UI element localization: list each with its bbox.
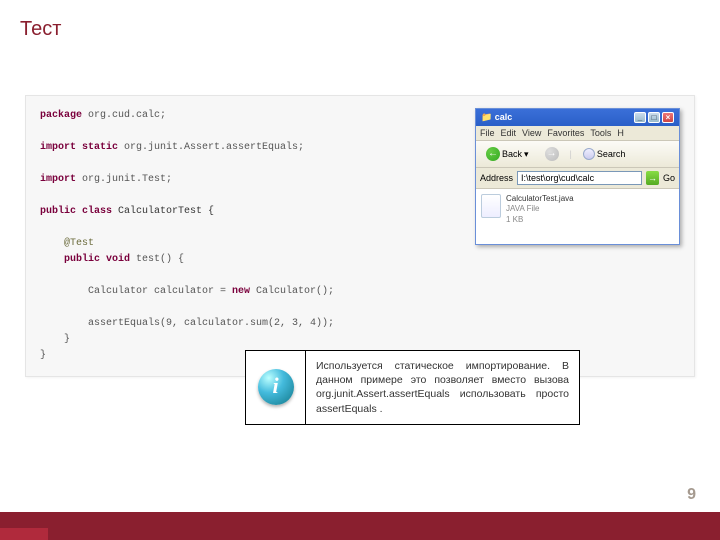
kw-method: public void — [64, 254, 130, 265]
menu-tools[interactable]: Tools — [590, 128, 611, 138]
code-close-method: } — [40, 332, 680, 348]
kw-import: import — [40, 174, 76, 185]
menu-view[interactable]: View — [522, 128, 541, 138]
code-stmt1b: Calculator(); — [250, 286, 334, 297]
code-package: org.cud.calc; — [82, 110, 166, 121]
search-label: Search — [597, 149, 626, 159]
menu-edit[interactable]: Edit — [501, 128, 517, 138]
code-import: org.junit.Test; — [76, 174, 172, 185]
back-icon: ← — [486, 147, 500, 161]
info-icon — [258, 369, 294, 405]
forward-icon: → — [545, 147, 559, 161]
callout-icon-cell — [246, 351, 306, 424]
search-icon — [583, 148, 595, 160]
code-annotation: @Test — [64, 238, 94, 249]
menu-file[interactable]: File — [480, 128, 495, 138]
kw-package: package — [40, 110, 82, 121]
explorer-titlebar[interactable]: 📁 calc _ □ × — [476, 109, 679, 126]
kw-import-static: import static — [40, 142, 118, 153]
menu-help[interactable]: H — [617, 128, 624, 138]
file-type: JAVA File — [506, 204, 574, 214]
page-number: 9 — [687, 486, 696, 504]
footer-accent — [0, 528, 48, 540]
back-label: Back — [502, 149, 522, 159]
java-file-icon — [481, 194, 501, 218]
footer-bar — [0, 512, 720, 540]
window-close-button[interactable]: × — [662, 112, 674, 123]
window-maximize-button[interactable]: □ — [648, 112, 660, 123]
code-method-name: test() { — [130, 254, 184, 265]
file-item[interactable]: CalculatorTest.java JAVA File 1 KB — [481, 194, 674, 225]
menu-favorites[interactable]: Favorites — [547, 128, 584, 138]
file-size: 1 KB — [506, 215, 574, 225]
chevron-down-icon: ▾ — [524, 149, 529, 160]
kw-class: public class — [40, 206, 112, 217]
folder-icon: 📁 — [481, 112, 492, 122]
window-minimize-button[interactable]: _ — [634, 112, 646, 123]
code-stmt1a: Calculator calculator = — [88, 286, 232, 297]
explorer-body: CalculatorTest.java JAVA File 1 KB — [476, 189, 679, 244]
explorer-toolbar: ← Back ▾ → | Search — [476, 141, 679, 168]
back-button[interactable]: ← Back ▾ — [481, 144, 534, 164]
code-stmt2: assertEquals(9, calculator.sum(2, 3, 4))… — [40, 316, 680, 332]
callout-text: Используется статическое импортирование.… — [306, 351, 579, 424]
page-title: Тест — [20, 18, 61, 41]
code-import-static: org.junit.Assert.assertEquals; — [118, 142, 304, 153]
code-class-name: CalculatorTest { — [112, 206, 214, 217]
go-button[interactable]: → — [646, 171, 659, 185]
forward-button[interactable]: → — [540, 144, 564, 164]
info-callout: Используется статическое импортирование.… — [245, 350, 580, 425]
explorer-address-bar: Address → Go — [476, 168, 679, 189]
address-label: Address — [480, 173, 513, 183]
explorer-menubar: File Edit View Favorites Tools H — [476, 126, 679, 141]
explorer-title: calc — [495, 112, 513, 122]
explorer-window: 📁 calc _ □ × File Edit View Favorites To… — [475, 108, 680, 245]
go-label: Go — [663, 173, 675, 183]
file-name: CalculatorTest.java — [506, 194, 574, 204]
kw-new: new — [232, 286, 250, 297]
address-input[interactable] — [517, 171, 642, 185]
search-button[interactable]: Search — [578, 145, 631, 163]
